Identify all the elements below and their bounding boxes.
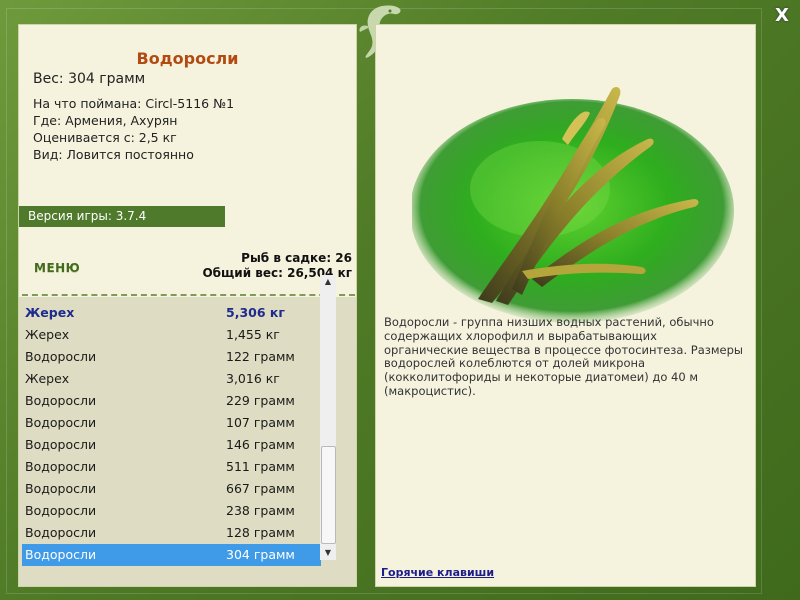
location-info: Где: Армения, Ахурян bbox=[33, 113, 178, 128]
catch-list-item[interactable]: Жерех 5,306 кг bbox=[22, 302, 321, 324]
catch-list-item[interactable]: Водоросли 229 грамм bbox=[22, 390, 321, 412]
catch-weight: 1,455 кг bbox=[226, 327, 280, 342]
fish-count: Рыб в садке: 26 bbox=[241, 251, 352, 265]
fish-picture-panel: Водоросли - группа низших водных растени… bbox=[375, 24, 756, 587]
catch-name: Водоросли bbox=[25, 481, 97, 496]
algae-picture-icon bbox=[412, 87, 734, 323]
catch-weight: 146 грамм bbox=[226, 437, 295, 452]
bait-info: На что поймана: Circl-5116 №1 bbox=[33, 96, 235, 111]
catch-list-item[interactable]: Водоросли 146 грамм bbox=[22, 434, 321, 456]
hotkeys-link[interactable]: Горячие клавиши bbox=[381, 566, 494, 579]
catch-weight: 511 грамм bbox=[226, 459, 295, 474]
game-version-bar: Версия игры: 3.7.4 bbox=[19, 206, 225, 227]
catch-weight: 128 грамм bbox=[226, 525, 295, 540]
scrollbar-thumb[interactable] bbox=[321, 446, 336, 544]
species-info: Вид: Ловится постоянно bbox=[33, 147, 194, 162]
value-info: Оценивается с: 2,5 кг bbox=[33, 130, 177, 145]
catch-name: Водоросли bbox=[25, 349, 97, 364]
catch-list-item[interactable]: Жерех 3,016 кг bbox=[22, 368, 321, 390]
catch-name: Водоросли bbox=[25, 437, 97, 452]
catch-name: Водоросли bbox=[25, 415, 97, 430]
catch-weight: 304 грамм bbox=[226, 547, 295, 562]
catch-list-item[interactable]: Жерех 1,455 кг bbox=[22, 324, 321, 346]
scroll-down-arrow-icon[interactable]: ▼ bbox=[320, 546, 336, 560]
dashed-divider bbox=[22, 294, 355, 296]
fish-name-title: Водоросли bbox=[136, 49, 239, 68]
catch-name: Водоросли bbox=[25, 525, 97, 540]
catch-name: Жерех bbox=[25, 327, 70, 342]
catch-weight: 667 грамм bbox=[226, 481, 295, 496]
catch-list-item[interactable]: Водоросли 122 грамм bbox=[22, 346, 321, 368]
fish-weight: Вес: 304 грамм bbox=[33, 71, 146, 87]
fish-info-panel: Водоросли Вес: 304 грамм На что поймана:… bbox=[18, 24, 357, 587]
catch-name: Водоросли bbox=[25, 459, 97, 474]
catch-list-item[interactable]: Водоросли 238 грамм bbox=[22, 500, 321, 522]
catch-list-scrollbar[interactable]: ▲ ▼ bbox=[320, 275, 336, 560]
catch-list[interactable]: Жерех 5,306 кг Жерех 1,455 кг Водоросли … bbox=[19, 297, 356, 586]
catch-list-item[interactable]: Водоросли 107 грамм bbox=[22, 412, 321, 434]
menu-button[interactable]: МЕНЮ bbox=[34, 261, 80, 275]
catch-name: Жерех bbox=[25, 305, 75, 320]
catch-name: Водоросли bbox=[25, 503, 97, 518]
scroll-up-arrow-icon[interactable]: ▲ bbox=[320, 275, 336, 289]
catch-weight: 229 грамм bbox=[226, 393, 295, 408]
catch-list-item[interactable]: Водоросли 128 грамм bbox=[22, 522, 321, 544]
catch-list-item[interactable]: Водоросли 667 грамм bbox=[22, 478, 321, 500]
catch-list-item[interactable]: Водоросли 511 грамм bbox=[22, 456, 321, 478]
catch-weight: 5,306 кг bbox=[226, 305, 285, 320]
catch-weight: 238 грамм bbox=[226, 503, 295, 518]
fish-description: Водоросли - группа низших водных растени… bbox=[384, 315, 743, 398]
catch-name: Водоросли bbox=[25, 547, 97, 562]
close-button[interactable]: X bbox=[772, 6, 792, 26]
catch-weight: 122 грамм bbox=[226, 349, 295, 364]
catch-weight: 3,016 кг bbox=[226, 371, 280, 386]
catch-name: Жерех bbox=[25, 371, 70, 386]
catch-name: Водоросли bbox=[25, 393, 97, 408]
catch-list-item-selected[interactable]: Водоросли 304 грамм bbox=[22, 544, 321, 566]
catch-weight: 107 грамм bbox=[226, 415, 295, 430]
